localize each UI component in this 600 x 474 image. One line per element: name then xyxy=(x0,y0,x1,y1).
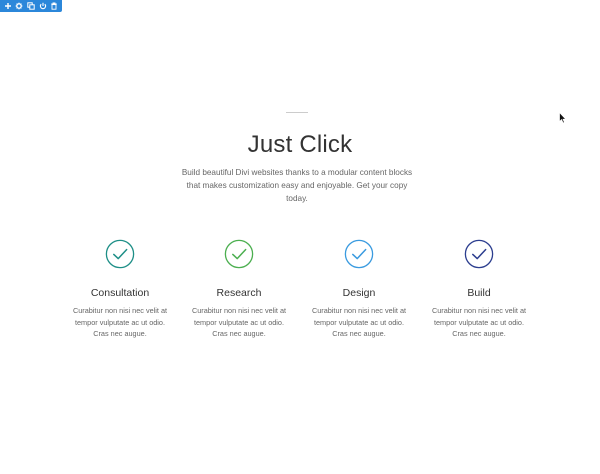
settings-button[interactable] xyxy=(14,1,24,11)
check-circle-icon xyxy=(105,239,135,269)
feature-description: Curabitur non nisi nec velit at tempor v… xyxy=(191,306,287,338)
feature-title: Consultation xyxy=(90,287,150,299)
power-icon xyxy=(39,2,46,10)
gear-icon xyxy=(15,2,23,10)
feature-design: Design Curabitur non nisi nec velit at t… xyxy=(304,239,414,340)
feature-title: Research xyxy=(216,287,262,299)
feature-description: Curabitur non nisi nec velit at tempor v… xyxy=(311,306,407,338)
feature-title: Build xyxy=(467,287,491,299)
page-subtitle: Build beautiful Divi websites thanks to … xyxy=(181,168,413,203)
add-button[interactable] xyxy=(3,1,13,11)
module-toolbar xyxy=(0,0,62,12)
check-circle-icon xyxy=(464,239,494,269)
duplicate-icon xyxy=(27,2,35,10)
duplicate-button[interactable] xyxy=(26,1,36,11)
feature-title: Design xyxy=(342,287,376,299)
trash-icon xyxy=(51,2,57,10)
feature-consultation: Consultation Curabitur non nisi nec veli… xyxy=(65,239,175,340)
toggle-button[interactable] xyxy=(38,1,48,11)
delete-button[interactable] xyxy=(49,1,59,11)
feature-build: Build Curabitur non nisi nec velit at te… xyxy=(424,239,534,340)
feature-description: Curabitur non nisi nec velit at tempor v… xyxy=(72,306,168,338)
feature-research: Research Curabitur non nisi nec velit at… xyxy=(184,239,294,340)
title-divider xyxy=(286,112,308,113)
page-title: Just Click xyxy=(247,131,353,158)
plus-icon xyxy=(4,3,11,9)
mouse-cursor-icon xyxy=(559,112,567,124)
check-circle-icon xyxy=(344,239,374,269)
feature-description: Curabitur non nisi nec velit at tempor v… xyxy=(431,306,527,338)
check-circle-icon xyxy=(224,239,254,269)
